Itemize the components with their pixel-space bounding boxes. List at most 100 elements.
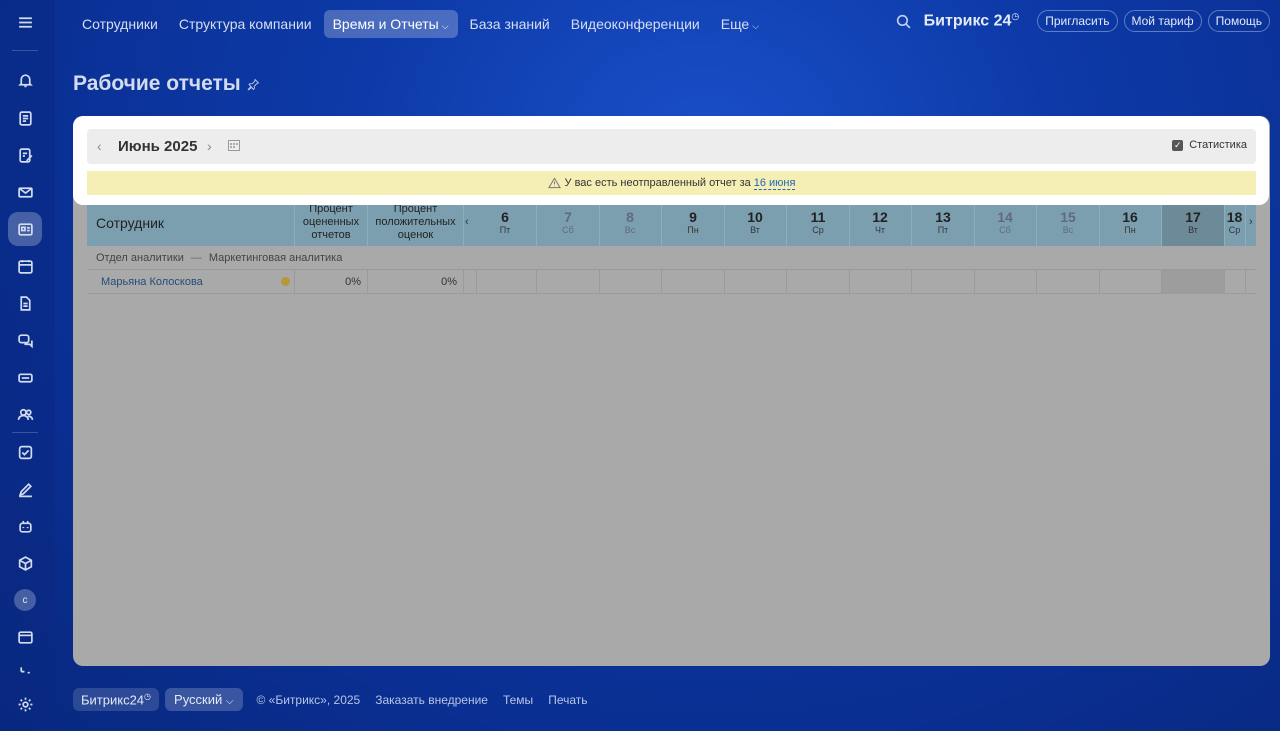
day-column-header: 16 Пн — [1099, 201, 1162, 246]
calendar-grid-icon[interactable] — [228, 140, 240, 151]
day-number: 18 — [1226, 209, 1243, 225]
day-column-header: 12 Чт — [849, 201, 912, 246]
employee-cell: Марьяна Колоскова — [87, 270, 295, 294]
chevron-left-icon[interactable]: ‹ — [97, 138, 102, 154]
day-number: 9 — [689, 209, 697, 225]
day-cell[interactable] — [537, 270, 600, 294]
day-number: 8 — [626, 209, 634, 225]
day-column-header: 17 Вт — [1162, 201, 1225, 246]
day-number: 12 — [872, 209, 888, 225]
day-number: 6 — [501, 209, 509, 225]
footer-brand-button[interactable]: Битрикс24◷ — [73, 688, 160, 712]
nav-video-conferences[interactable]: Видеоконференции — [562, 10, 709, 38]
pct-positive-column-header: Процент положительных оценок — [368, 201, 464, 246]
clock-icon: ◷ — [1011, 11, 1020, 22]
nav-company-structure[interactable]: Структура компании — [170, 10, 321, 38]
footer-brand-text: Битрикс24 — [81, 692, 145, 708]
copyright-text: © «Битрикс», 2025 — [256, 692, 361, 707]
invite-button[interactable]: Пригласить — [1037, 10, 1118, 32]
day-weekday: Пн — [687, 225, 699, 235]
day-column-header: 9 Пн — [662, 201, 725, 246]
box-icon[interactable] — [8, 546, 42, 580]
settings-icon[interactable] — [8, 687, 42, 721]
clock-icon: ◷ — [144, 692, 152, 701]
order-implementation-link[interactable]: Заказать внедрение — [375, 693, 488, 707]
day-weekday: Пн — [1124, 225, 1136, 235]
statistics-toggle[interactable]: ✓ Статистика — [1172, 139, 1247, 151]
day-cell[interactable] — [662, 270, 725, 294]
warning-text: У вас есть неотправленный отчет за — [564, 177, 751, 189]
table-row: Марьяна Колоскова 0% 0% — [87, 270, 1256, 294]
pin-icon[interactable] — [247, 78, 260, 91]
checkbox-checked-icon[interactable]: ✓ — [1172, 139, 1184, 151]
chevron-right-icon[interactable]: › — [1249, 216, 1253, 228]
calendar-icon[interactable] — [8, 249, 42, 283]
brand-logo[interactable]: Битрикс 24◷ — [924, 11, 1020, 30]
day-weekday: Вс — [1062, 225, 1074, 235]
unsent-report-warning: У вас есть неотправленный отчет за 16 ию… — [87, 171, 1256, 195]
page-title: Рабочие отчеты — [73, 72, 241, 95]
drive-icon[interactable] — [8, 360, 42, 394]
day-cell[interactable] — [724, 270, 787, 294]
tasks-edit-icon[interactable] — [8, 138, 42, 172]
mail-icon[interactable] — [8, 175, 42, 209]
warning-icon — [547, 177, 561, 189]
day-cell[interactable] — [474, 270, 537, 294]
chat-icon[interactable] — [8, 323, 42, 357]
employee-link[interactable]: Марьяна Колоскова — [101, 276, 203, 288]
day-number: 7 — [564, 209, 572, 225]
themes-link[interactable]: Темы — [503, 693, 533, 707]
sidebar-divider — [12, 50, 38, 51]
news-icon[interactable] — [8, 101, 42, 135]
month-bar: ‹ Июнь 2025 › ✓ Статистика — [87, 129, 1256, 164]
language-select[interactable]: Русский ⌵ — [165, 688, 243, 712]
day-weekday: Вт — [750, 225, 760, 235]
more-icon[interactable] — [8, 652, 42, 686]
chevron-right-icon[interactable]: › — [207, 138, 212, 154]
day-column-header: 7 Сб — [537, 201, 600, 246]
print-link[interactable]: Печать — [548, 693, 587, 707]
day-weekday: Ср — [1228, 225, 1241, 235]
menu-icon[interactable] — [8, 5, 42, 39]
nav-employees[interactable]: Сотрудники — [73, 10, 167, 38]
nav-knowledge-base[interactable]: База знаний — [461, 10, 559, 38]
unsent-report-date-link[interactable]: 16 июня — [753, 177, 796, 190]
checkbox-icon[interactable] — [8, 435, 42, 469]
pct-rated-column-header: Процент оцененных отчетов — [295, 201, 368, 246]
brand-text: Битрикс 24 — [923, 12, 1012, 30]
group-icon[interactable] — [8, 397, 42, 431]
reports-icon[interactable] — [8, 212, 42, 246]
search-icon[interactable] — [895, 13, 912, 30]
nav-more[interactable]: Еще ⌵ — [712, 10, 768, 38]
day-cell[interactable] — [1099, 270, 1162, 294]
sidebar-divider — [12, 432, 38, 433]
statistics-label: Статистика — [1189, 139, 1247, 151]
day-cell[interactable] — [1037, 270, 1100, 294]
month-title: Июнь 2025 — [118, 138, 198, 155]
document-icon[interactable] — [8, 286, 42, 320]
footer: Битрикс24◷ Русский ⌵ © «Битрикс», 2025 З… — [73, 688, 603, 712]
bell-icon[interactable] — [8, 63, 42, 97]
chevron-left-icon[interactable]: ‹ — [465, 216, 469, 228]
help-button[interactable]: Помощь — [1207, 10, 1270, 32]
day-cell[interactable] — [849, 270, 912, 294]
pct-positive-cell: 0% — [368, 270, 464, 294]
my-tariff-button[interactable]: Мой тариф — [1123, 10, 1202, 32]
day-cell[interactable] — [912, 270, 975, 294]
day-cell[interactable] — [599, 270, 662, 294]
chevron-down-icon: ⌵ — [441, 20, 449, 31]
bot-icon[interactable] — [8, 509, 42, 543]
day-cell[interactable] — [1224, 270, 1246, 294]
status-dot — [281, 277, 290, 286]
window-icon[interactable] — [8, 620, 42, 654]
day-cell[interactable] — [1162, 270, 1225, 294]
sign-icon[interactable] — [8, 472, 42, 506]
nav-time-reports[interactable]: Время и Отчеты ⌵ — [323, 9, 458, 38]
day-cell[interactable] — [787, 270, 850, 294]
department-name: Отдел аналитики — [96, 252, 184, 264]
day-column-header: 15 Вс — [1037, 201, 1100, 246]
day-column-header: 14 Сб — [974, 201, 1037, 246]
avatar-letter: с — [14, 589, 36, 611]
avatar[interactable]: с — [8, 583, 42, 617]
day-cell[interactable] — [974, 270, 1037, 294]
